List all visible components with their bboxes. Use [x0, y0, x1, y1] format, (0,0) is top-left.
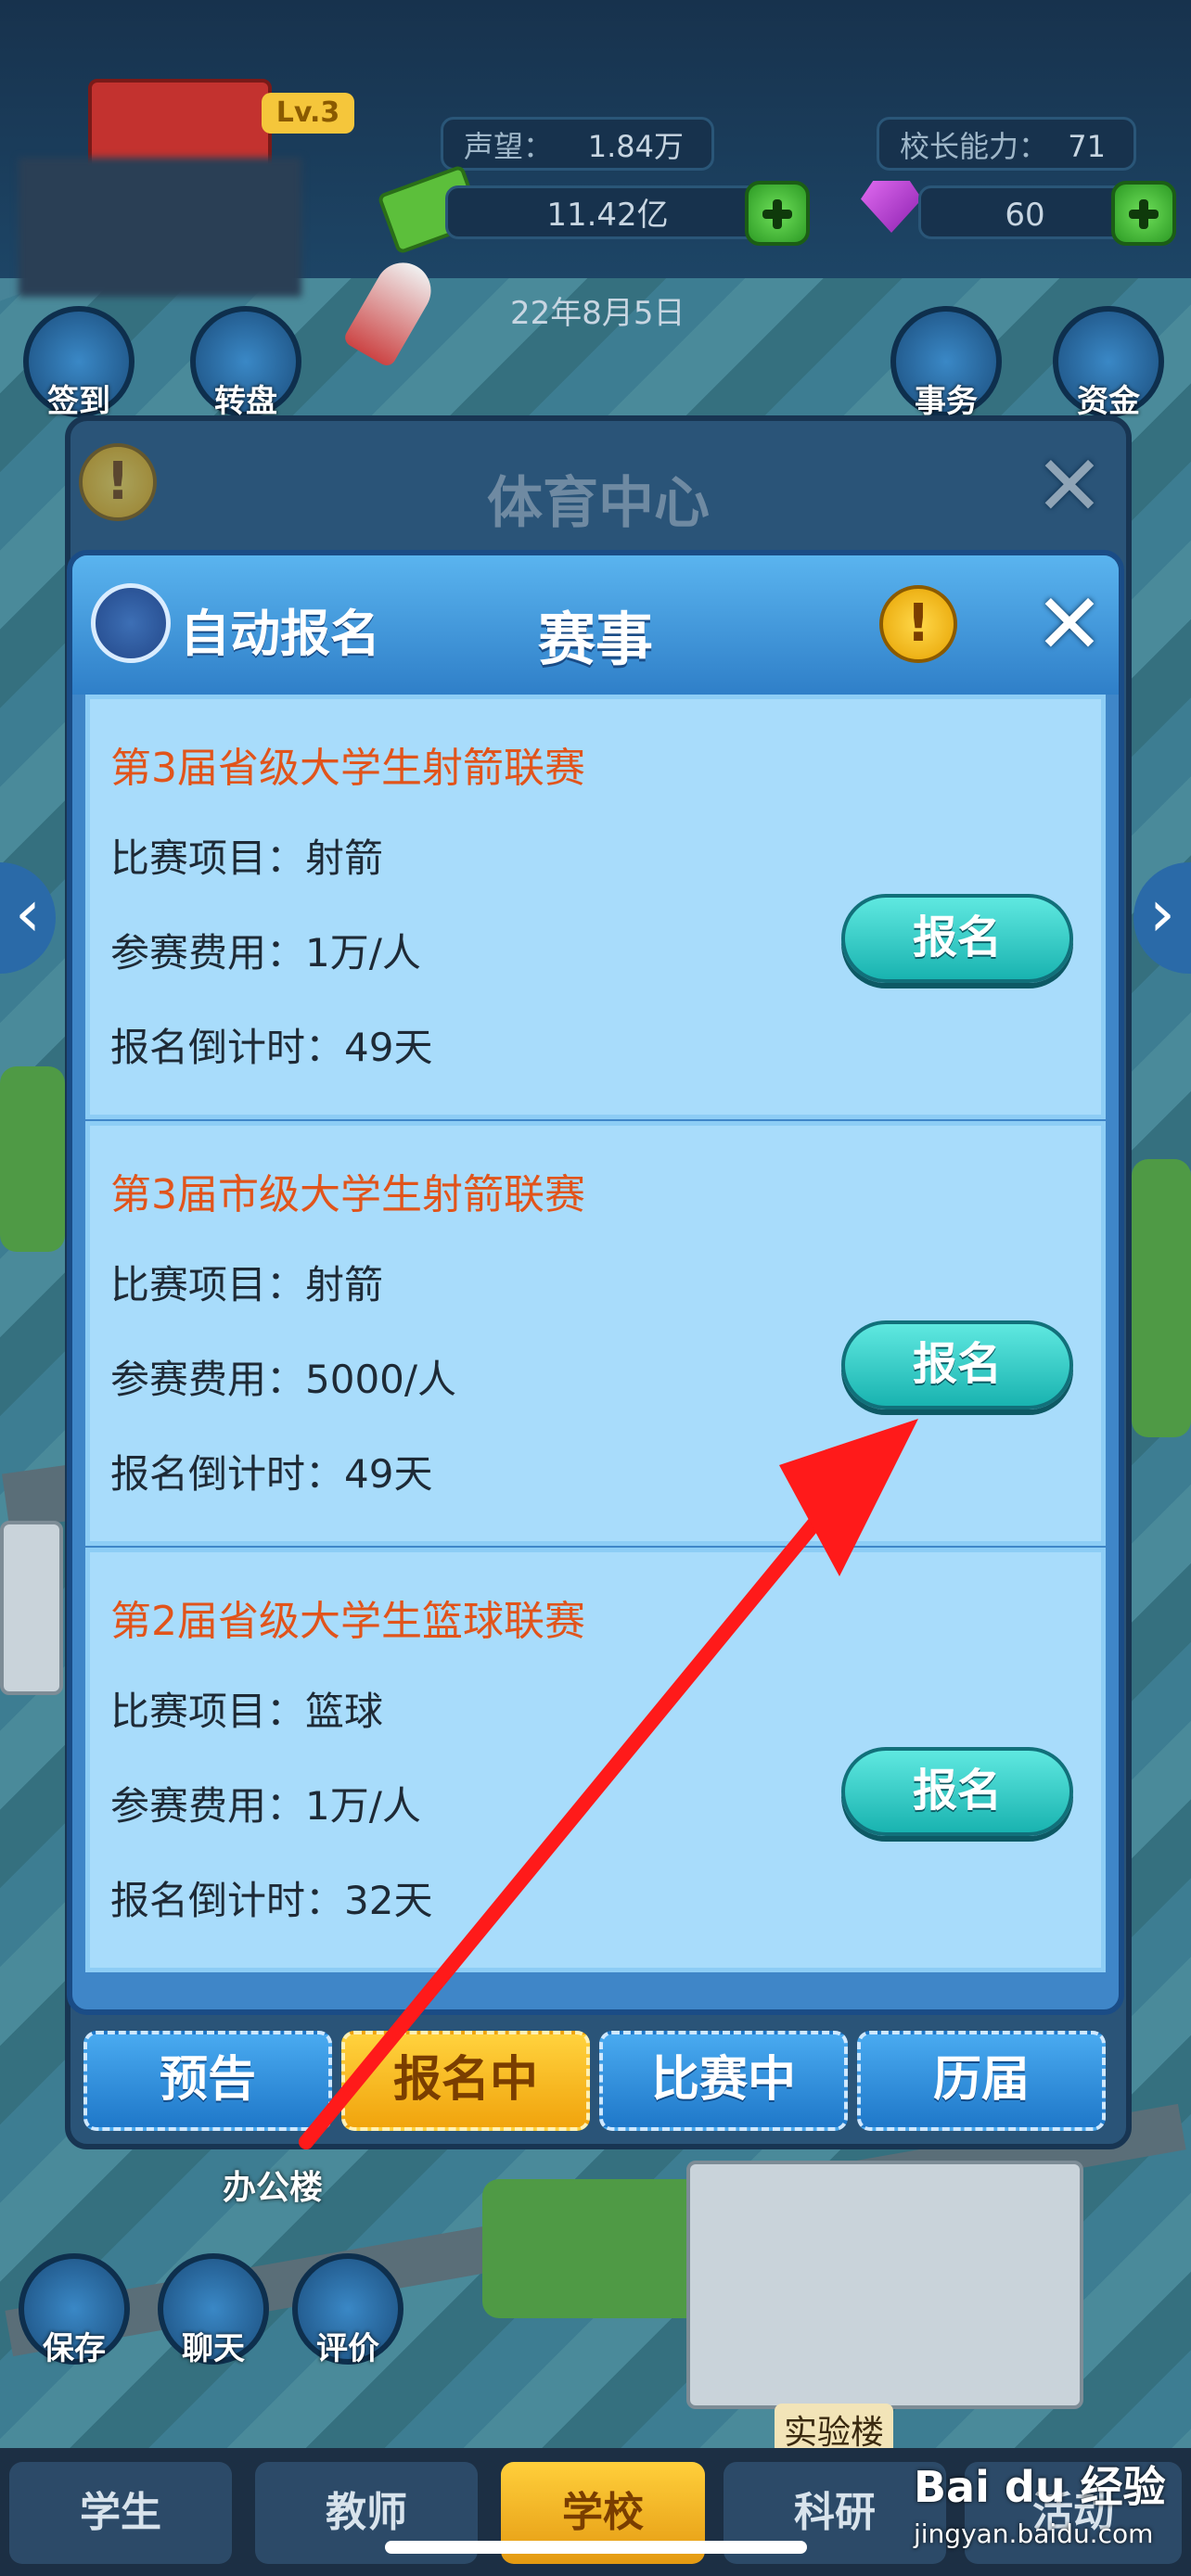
save-icon[interactable]: 保存 — [19, 2253, 130, 2367]
event-card: 第3届省级大学生射箭联赛 比赛项目：射箭 参赛费用：1万/人 报名倒计时：49天… — [85, 695, 1106, 1119]
sports-center-close-icon[interactable]: ✕ — [1028, 445, 1111, 529]
office-building-label: 办公楼 — [223, 2169, 324, 2207]
checkin-label: 签到 — [47, 383, 110, 420]
event-title: 第2届省级大学生篮球联赛 — [110, 1598, 585, 1645]
event-sport: 比赛项目：篮球 — [110, 1689, 384, 1734]
event-card: 第3届市级大学生射箭联赛 比赛项目：射箭 参赛费用：5000/人 报名倒计时：4… — [85, 1121, 1106, 1546]
event-title: 第3届市级大学生射箭联赛 — [110, 1171, 585, 1218]
money-stat: 11.42亿 — [445, 185, 770, 239]
tab-history[interactable]: 历届 — [857, 2031, 1106, 2131]
events-dialog-header: 自动报名 赛事 ! ✕ — [72, 555, 1119, 695]
event-fee: 参赛费用：5000/人 — [110, 1357, 457, 1402]
nav-research-label: 科研 — [794, 2489, 876, 2536]
event-list: 第3届省级大学生射箭联赛 比赛项目：射箭 参赛费用：1万/人 报名倒计时：49天… — [85, 695, 1106, 1972]
wheel-icon[interactable]: 转盘 — [190, 306, 301, 420]
chat-icon[interactable]: 聊天 — [158, 2253, 269, 2367]
tab-preview[interactable]: 预告 — [83, 2031, 332, 2131]
event-fee: 参赛费用：1万/人 — [110, 930, 421, 976]
add-gem-button[interactable] — [1111, 181, 1176, 246]
building — [0, 1521, 63, 1695]
events-info-icon[interactable]: ! — [879, 585, 957, 663]
signup-button[interactable]: 报名 — [841, 1747, 1073, 1836]
tab-signing-up[interactable]: 报名中 — [341, 2031, 590, 2131]
chat-label: 聊天 — [182, 2330, 245, 2367]
signup-button[interactable]: 报名 — [841, 894, 1073, 983]
reputation-stat: 声望： 1.84万 — [441, 117, 714, 171]
nav-students-label: 学生 — [80, 2489, 161, 2536]
sports-center-info-icon[interactable]: ! — [79, 443, 157, 521]
event-sport: 比赛项目：射箭 — [110, 1262, 384, 1307]
events-dialog: 自动报名 赛事 ! ✕ 第3届省级大学生射箭联赛 比赛项目：射箭 参赛费用：1万… — [67, 550, 1124, 2015]
gem-stat: 60 — [918, 185, 1132, 239]
tab-in-progress[interactable]: 比赛中 — [599, 2031, 848, 2131]
event-sport: 比赛项目：射箭 — [110, 835, 384, 881]
event-fee: 参赛费用：1万/人 — [110, 1783, 421, 1829]
lawn — [0, 1066, 65, 1252]
funds-icon[interactable]: 资金 — [1053, 306, 1164, 420]
rate-icon[interactable]: 评价 — [292, 2253, 403, 2367]
gem-value: 60 — [1005, 197, 1045, 234]
watermark-url: jingyan.baidu.com — [914, 2519, 1154, 2549]
ability-value: 71 — [1068, 129, 1106, 164]
reputation-label: 声望： — [464, 129, 554, 164]
blurred-region — [19, 158, 301, 297]
reputation-value: 1.84万 — [587, 129, 684, 164]
sports-center-title: 体育中心 — [487, 471, 710, 536]
wheel-label: 转盘 — [214, 383, 277, 420]
checkin-icon[interactable]: 签到 — [23, 306, 134, 420]
nav-students[interactable]: 学生 — [9, 2462, 232, 2564]
save-label: 保存 — [43, 2330, 106, 2367]
game-date: 22年8月5日 — [510, 295, 685, 332]
funds-label: 资金 — [1077, 383, 1140, 420]
affairs-icon[interactable]: 事务 — [890, 306, 1002, 420]
event-countdown: 报名倒计时：49天 — [110, 1025, 433, 1070]
events-close-icon[interactable]: ✕ — [1028, 583, 1111, 667]
ability-label: 校长能力： — [900, 129, 1049, 164]
money-value: 11.42亿 — [546, 197, 669, 234]
nav-teachers-label: 教师 — [326, 2489, 407, 2536]
event-tabs: 预告 报名中 比赛中 历届 — [83, 2031, 1106, 2131]
rate-label: 评价 — [316, 2330, 379, 2367]
home-indicator[interactable] — [385, 2541, 807, 2554]
event-countdown: 报名倒计时：32天 — [110, 1878, 433, 1923]
affairs-label: 事务 — [915, 383, 978, 420]
event-title: 第3届省级大学生射箭联赛 — [110, 745, 585, 792]
lab-building — [686, 2161, 1083, 2409]
event-countdown: 报名倒计时：49天 — [110, 1451, 433, 1497]
add-money-button[interactable] — [745, 181, 810, 246]
watermark-brand: Bai du 经验 — [914, 2462, 1166, 2512]
level-badge: Lv.3 — [262, 93, 354, 134]
nav-school-label: 学校 — [562, 2489, 644, 2536]
baidu-watermark: Bai du 经验 jingyan.baidu.com — [914, 2454, 1166, 2549]
events-dialog-title: 赛事 — [537, 606, 653, 673]
ability-stat: 校长能力： 71 — [877, 117, 1136, 171]
event-card: 第2届省级大学生篮球联赛 比赛项目：篮球 参赛费用：1万/人 报名倒计时：32天… — [85, 1548, 1106, 1972]
signup-button[interactable]: 报名 — [841, 1320, 1073, 1409]
lawn — [1132, 1159, 1191, 1437]
